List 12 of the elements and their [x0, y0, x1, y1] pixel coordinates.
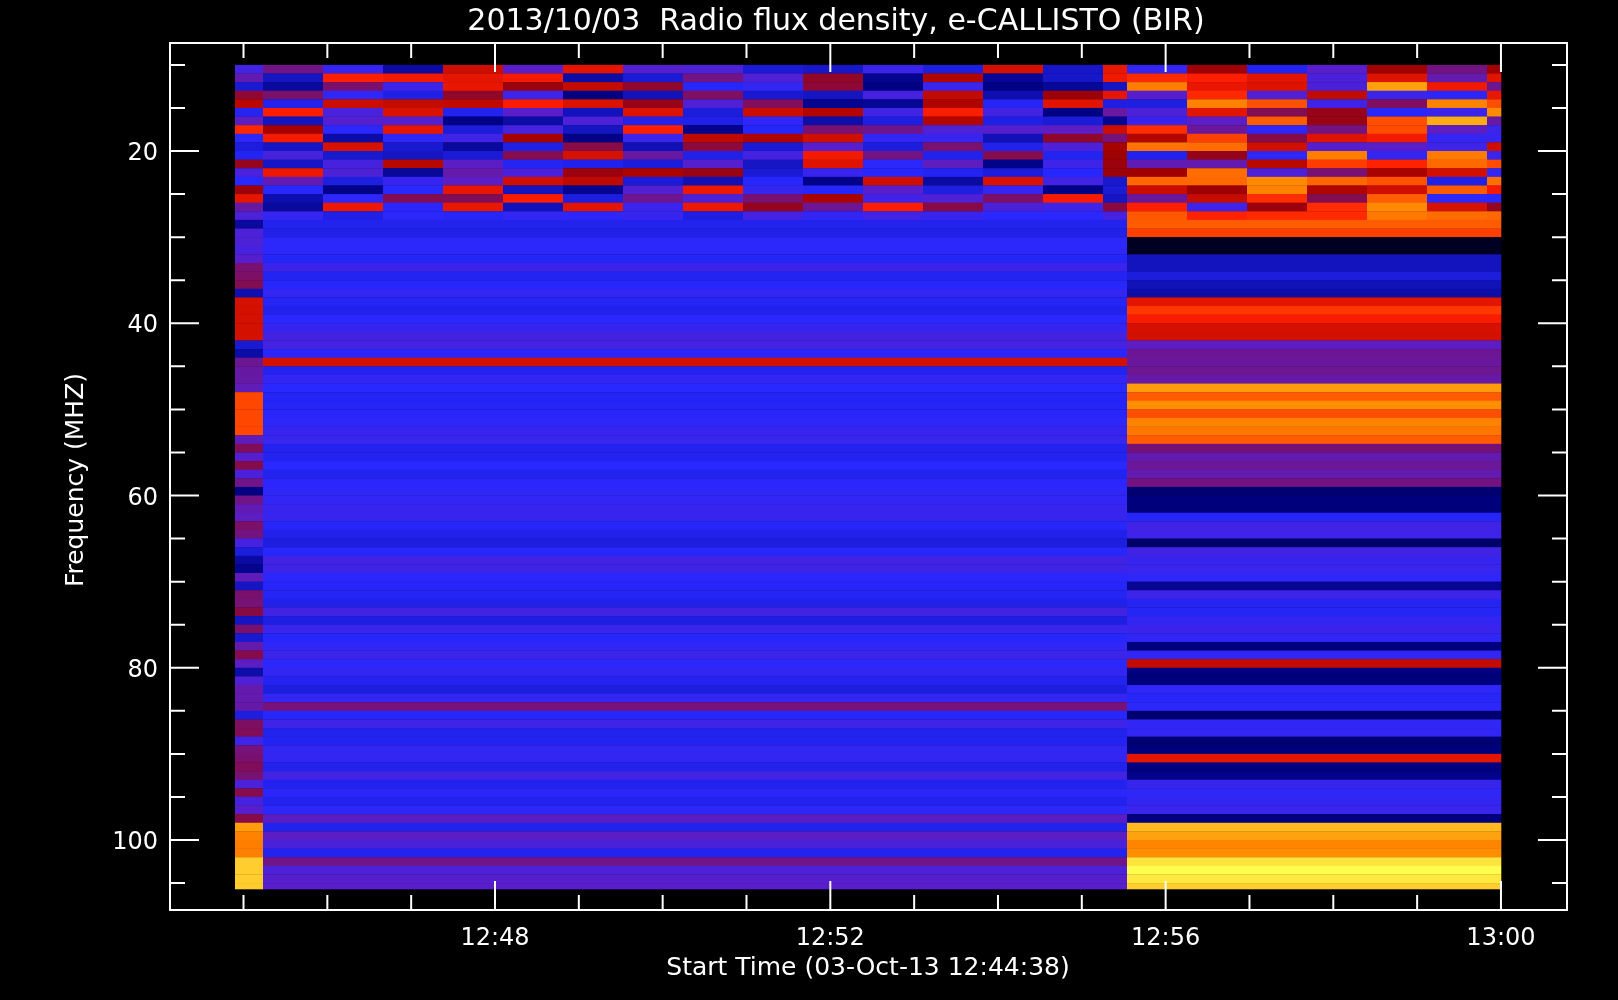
tick-label: 60: [127, 482, 158, 511]
tick-label: 100: [112, 827, 158, 855]
tick-label: 12:48: [460, 923, 530, 951]
tick-label: 80: [127, 654, 158, 683]
tick-label: 12:52: [795, 923, 865, 951]
tick-label: 12:56: [1131, 923, 1201, 951]
tick-label: 20: [127, 138, 158, 166]
tick-label: 13:00: [1466, 923, 1536, 951]
axis-title: Frequency (MHZ): [60, 372, 89, 588]
tick-label: 40: [127, 310, 158, 339]
chart-title: 2013/10/03 Radio flux density, e-CALLISTO (BIR): [467, 2, 1205, 37]
axis-title: Start Time (03-Oct-13 12:44:38): [666, 952, 1070, 981]
